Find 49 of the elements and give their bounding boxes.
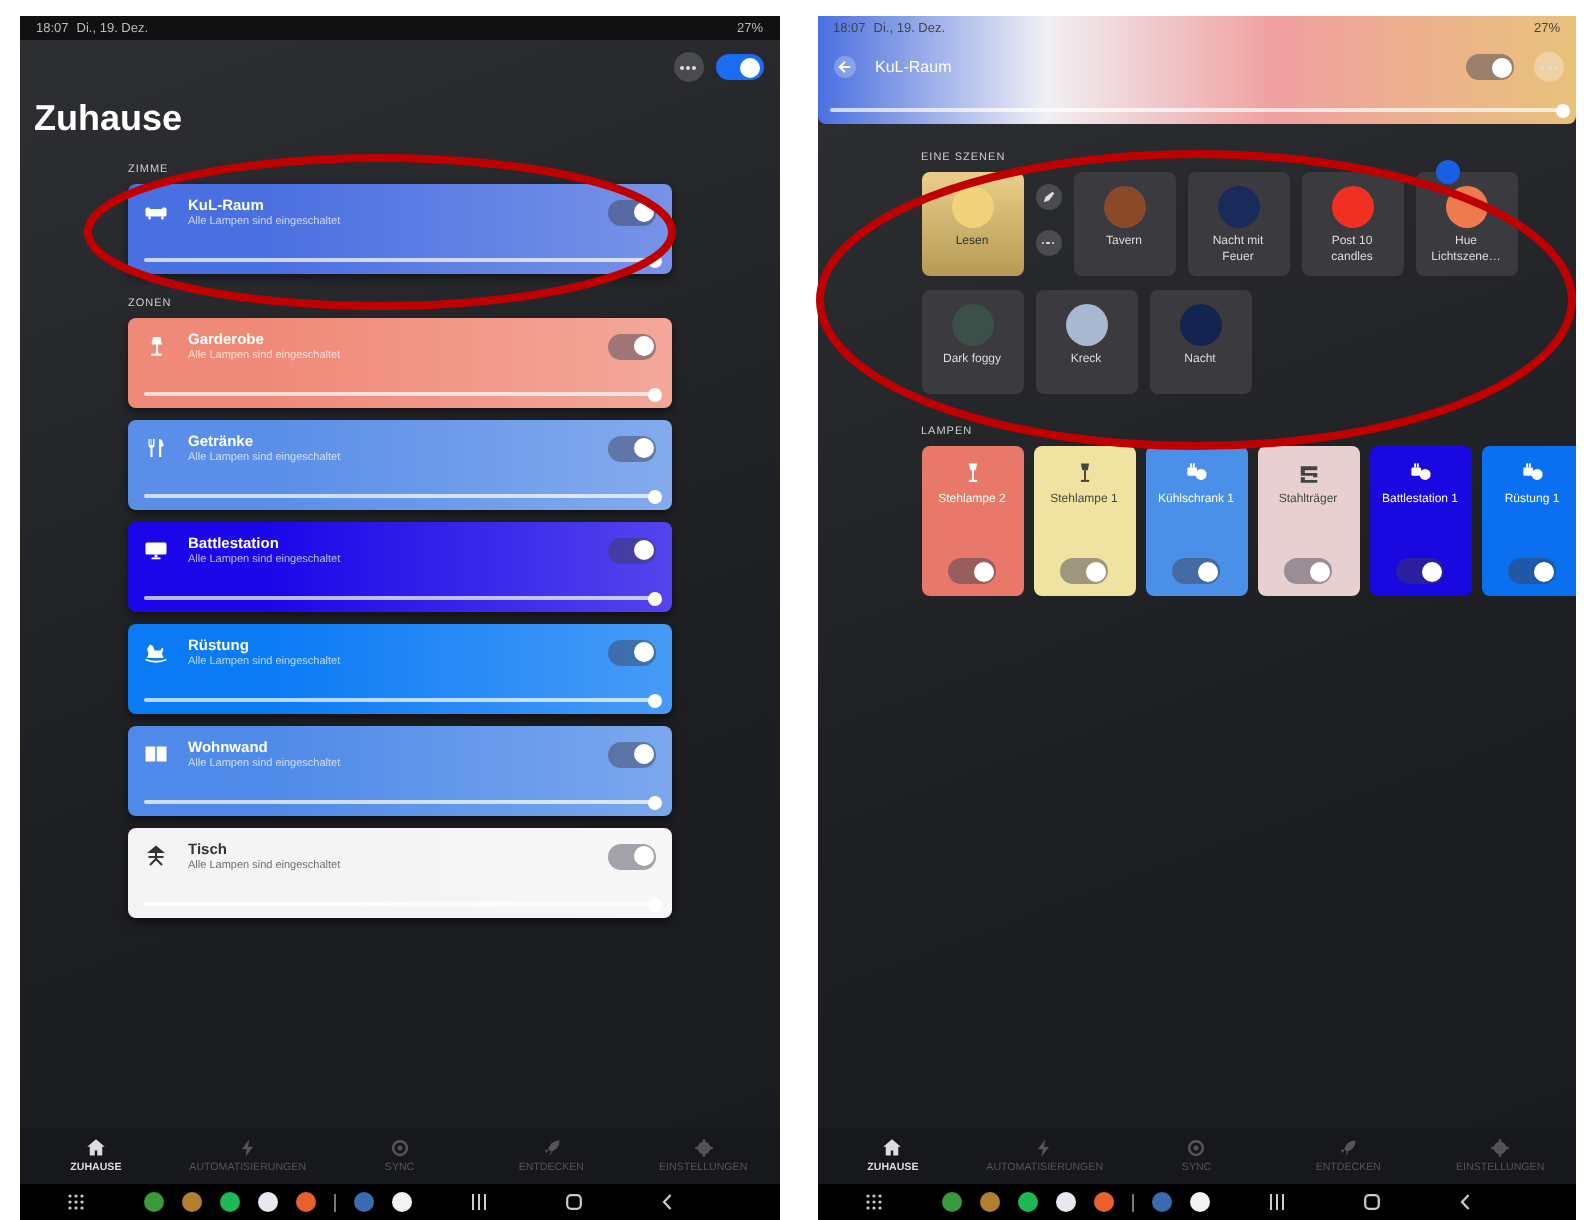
- toggle-switch[interactable]: [608, 741, 656, 767]
- strip-icon: [1297, 462, 1319, 484]
- settings-icon: [1490, 1138, 1511, 1158]
- monitor-icon: [144, 538, 168, 562]
- home-icon[interactable]: [1363, 1194, 1379, 1210]
- recents-icon[interactable]: [1269, 1194, 1283, 1210]
- master-toggle[interactable]: [715, 54, 763, 80]
- settings-icon: [693, 1138, 714, 1158]
- toggle-switch[interactable]: [608, 333, 656, 359]
- room-title: KuL-Raum: [875, 58, 954, 76]
- toggle-switch[interactable]: [1396, 558, 1444, 584]
- sync-icon: [1186, 1138, 1207, 1158]
- house-icon: [85, 1138, 106, 1158]
- toggle-switch[interactable]: [608, 843, 656, 869]
- sync-icon: [389, 1138, 410, 1158]
- recents-icon[interactable]: [472, 1194, 486, 1210]
- lightning-icon: [237, 1138, 258, 1158]
- notification-dot: [1436, 160, 1460, 184]
- pencil-icon: [1041, 190, 1055, 204]
- app-drawer-icon[interactable]: [68, 1194, 84, 1210]
- toggle-switch[interactable]: [1508, 558, 1556, 584]
- toggle-switch[interactable]: [1060, 558, 1108, 584]
- toggle-switch[interactable]: [608, 537, 656, 563]
- back-icon[interactable]: [662, 1194, 672, 1210]
- back-icon[interactable]: [1459, 1194, 1469, 1210]
- edit-button[interactable]: [1035, 184, 1061, 210]
- plug-icon: [1409, 462, 1431, 484]
- more-button[interactable]: [1035, 230, 1061, 256]
- back-button[interactable]: [833, 56, 855, 78]
- plug-icon: [1521, 462, 1543, 484]
- toggle-switch[interactable]: [608, 435, 656, 461]
- page-title: Zuhause: [32, 96, 185, 140]
- home-icon[interactable]: [566, 1194, 582, 1210]
- toggle-switch[interactable]: [1466, 54, 1514, 80]
- house-icon: [882, 1138, 903, 1158]
- app-drawer-icon[interactable]: [865, 1194, 881, 1210]
- horse-icon: [144, 640, 168, 664]
- rocket-icon: [541, 1138, 562, 1158]
- toggle-switch[interactable]: [608, 199, 656, 225]
- toggle-switch[interactable]: [608, 639, 656, 665]
- more-button[interactable]: [673, 52, 703, 82]
- toggle-switch[interactable]: [948, 558, 996, 584]
- toggle-switch[interactable]: [1172, 558, 1220, 584]
- plug-icon: [1185, 462, 1207, 484]
- rocket-icon: [1338, 1138, 1359, 1158]
- table-icon: [144, 844, 168, 868]
- toggle-switch[interactable]: [1284, 558, 1332, 584]
- book-icon: [144, 742, 168, 766]
- cutlery-icon: [144, 436, 168, 460]
